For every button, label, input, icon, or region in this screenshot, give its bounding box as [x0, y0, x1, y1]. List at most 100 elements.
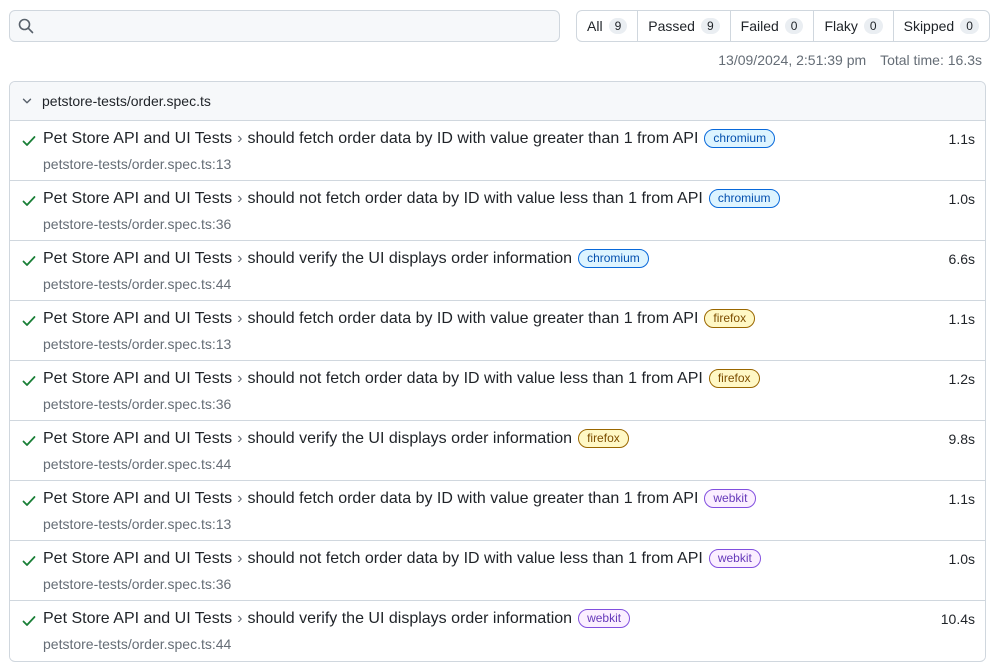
filter-label: Failed: [740, 18, 779, 34]
test-row[interactable]: Pet Store API and UI Tests › should not fe…: [10, 361, 985, 421]
test-title[interactable]: Pet Store API and UI Tests › should not fe…: [43, 369, 760, 388]
test-duration: 10.4s: [940, 611, 975, 627]
test-name: should fetch order data by ID with value…: [247, 489, 699, 507]
test-duration: 9.8s: [948, 431, 975, 447]
test-duration: 1.0s: [948, 551, 975, 567]
test-row[interactable]: Pet Store API and UI Tests › should verify…: [10, 241, 985, 301]
test-location: petstore-tests/order.spec.ts:13: [43, 156, 232, 172]
file-header[interactable]: petstore-tests/order.spec.ts: [10, 82, 985, 121]
file-name: petstore-tests/order.spec.ts: [42, 93, 211, 109]
filter-count: 0: [863, 18, 883, 34]
test-duration: 1.1s: [948, 311, 975, 327]
check-icon: [22, 256, 36, 266]
title-separator: ›: [237, 309, 243, 327]
check-icon: [22, 556, 36, 566]
check-icon: [22, 436, 36, 446]
title-separator: ›: [237, 489, 243, 507]
suite-name: Pet Store API and UI Tests: [43, 369, 233, 387]
filter-label: Flaky: [824, 18, 858, 34]
test-duration: 1.1s: [948, 131, 975, 147]
test-row[interactable]: Pet Store API and UI Tests › should verify…: [10, 601, 985, 660]
browser-tag[interactable]: firefox: [708, 369, 760, 388]
browser-tag[interactable]: webkit: [708, 549, 761, 568]
test-duration: 1.2s: [948, 371, 975, 387]
check-icon: [22, 496, 36, 506]
test-location: petstore-tests/order.spec.ts:44: [43, 636, 232, 652]
filter-passed[interactable]: Passed 9: [638, 11, 731, 41]
suite-name: Pet Store API and UI Tests: [43, 249, 233, 267]
test-location: petstore-tests/order.spec.ts:36: [43, 576, 232, 592]
test-title[interactable]: Pet Store API and UI Tests › should verify…: [43, 429, 629, 448]
title-separator: ›: [237, 129, 243, 147]
status-filter-group: All 9 Passed 9 Failed 0 Flaky 0 Skipped …: [576, 10, 990, 42]
test-name: should verify the UI displays order info…: [247, 429, 573, 447]
test-row[interactable]: Pet Store API and UI Tests › should verify…: [10, 421, 985, 481]
test-title[interactable]: Pet Store API and UI Tests › should not fe…: [43, 189, 780, 208]
check-icon: [22, 316, 36, 326]
test-title[interactable]: Pet Store API and UI Tests › should not fe…: [43, 549, 761, 568]
browser-tag[interactable]: chromium: [578, 249, 649, 268]
browser-tag[interactable]: webkit: [704, 489, 757, 508]
filter-label: Passed: [648, 18, 695, 34]
search-icon: [18, 18, 34, 34]
browser-tag[interactable]: chromium: [708, 189, 780, 208]
search-input[interactable]: [9, 10, 560, 42]
toolbar: All 9 Passed 9 Failed 0 Flaky 0 Skipped …: [9, 10, 990, 42]
test-name: should not fetch order data by ID with v…: [247, 189, 703, 207]
filter-count: 9: [700, 18, 720, 34]
filter-failed[interactable]: Failed 0: [731, 11, 815, 41]
test-duration: 1.1s: [948, 491, 975, 507]
suite-name: Pet Store API and UI Tests: [43, 309, 233, 327]
test-title[interactable]: Pet Store API and UI Tests › should fetch …: [43, 129, 776, 148]
browser-tag[interactable]: firefox: [704, 309, 756, 328]
browser-tag[interactable]: firefox: [578, 429, 629, 448]
browser-tag[interactable]: webkit: [578, 609, 631, 628]
title-separator: ›: [237, 369, 243, 387]
filter-label: Skipped: [903, 18, 955, 34]
test-row[interactable]: Pet Store API and UI Tests › should fetch …: [10, 481, 985, 541]
filter-flaky[interactable]: Flaky 0: [814, 11, 894, 41]
run-timestamp: 13/09/2024, 2:51:39 pm: [718, 52, 867, 68]
filter-all[interactable]: All 9: [577, 11, 639, 41]
test-location: petstore-tests/order.spec.ts:36: [43, 216, 232, 232]
test-duration: 6.6s: [948, 251, 975, 267]
total-time: Total time: 16.3s: [880, 52, 982, 68]
browser-tag[interactable]: chromium: [704, 129, 776, 148]
suite-name: Pet Store API and UI Tests: [43, 489, 233, 507]
filter-skipped[interactable]: Skipped 0: [894, 11, 989, 41]
check-icon: [22, 136, 36, 146]
test-row[interactable]: Pet Store API and UI Tests › should not fe…: [10, 541, 985, 601]
chevron-down-icon: [22, 98, 32, 104]
test-title[interactable]: Pet Store API and UI Tests › should verify…: [43, 249, 649, 268]
test-list: Pet Store API and UI Tests › should fetch …: [10, 121, 985, 660]
test-row[interactable]: Pet Store API and UI Tests › should fetch …: [10, 301, 985, 361]
check-icon: [22, 616, 36, 626]
test-title[interactable]: Pet Store API and UI Tests › should verify…: [43, 609, 631, 628]
test-name: should fetch order data by ID with value…: [247, 309, 699, 327]
test-location: petstore-tests/order.spec.ts:44: [43, 456, 232, 472]
title-separator: ›: [237, 249, 243, 267]
check-icon: [22, 376, 36, 386]
title-separator: ›: [237, 429, 243, 447]
filter-count: 0: [784, 18, 804, 34]
test-location: petstore-tests/order.spec.ts:44: [43, 276, 232, 292]
check-icon: [22, 196, 36, 206]
test-row[interactable]: Pet Store API and UI Tests › should fetch …: [10, 121, 985, 181]
test-name: should verify the UI displays order info…: [247, 609, 573, 627]
run-metadata: 13/09/2024, 2:51:39 pm Total time: 16.3s: [718, 52, 982, 68]
suite-name: Pet Store API and UI Tests: [43, 129, 233, 147]
test-duration: 1.0s: [948, 191, 975, 207]
title-separator: ›: [237, 609, 243, 627]
test-name: should not fetch order data by ID with v…: [247, 369, 703, 387]
test-name: should fetch order data by ID with value…: [247, 129, 699, 147]
suite-name: Pet Store API and UI Tests: [43, 609, 233, 627]
test-location: petstore-tests/order.spec.ts:36: [43, 396, 232, 412]
test-name: should not fetch order data by ID with v…: [247, 549, 703, 567]
test-location: petstore-tests/order.spec.ts:13: [43, 516, 232, 532]
title-separator: ›: [237, 549, 243, 567]
title-separator: ›: [237, 189, 243, 207]
test-location: petstore-tests/order.spec.ts:13: [43, 336, 232, 352]
test-row[interactable]: Pet Store API and UI Tests › should not fe…: [10, 181, 985, 241]
test-title[interactable]: Pet Store API and UI Tests › should fetch …: [43, 309, 756, 328]
test-title[interactable]: Pet Store API and UI Tests › should fetch …: [43, 489, 757, 508]
